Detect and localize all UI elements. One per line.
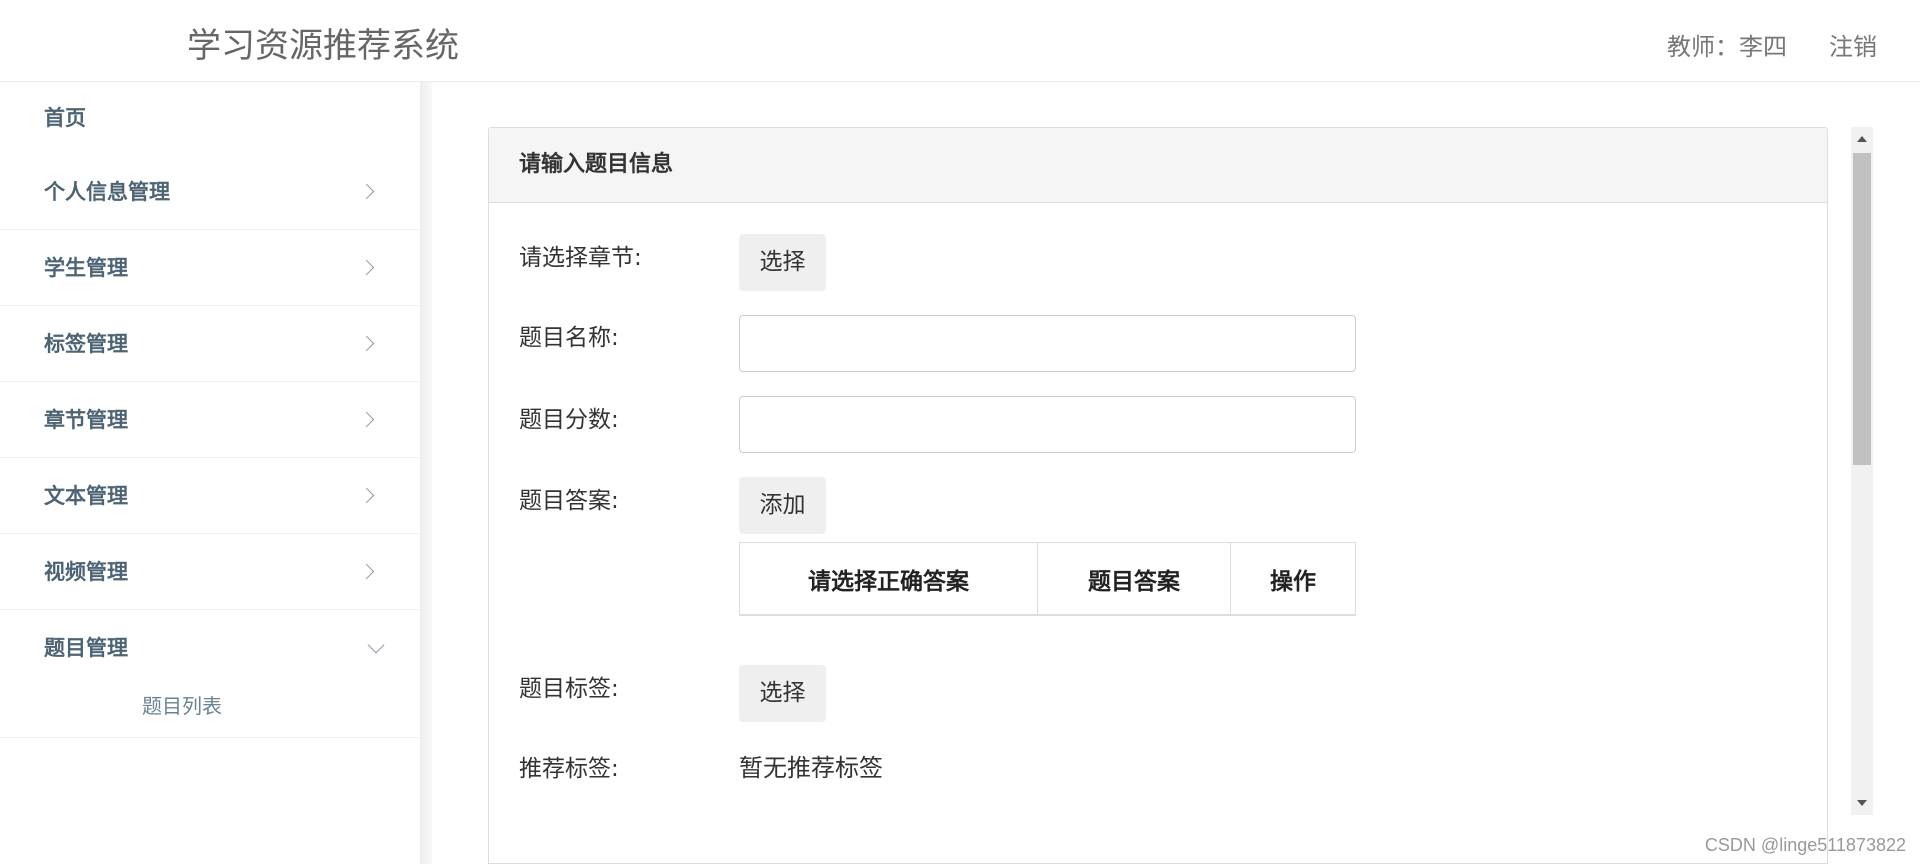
chapter-label: 请选择章节: (519, 245, 642, 271)
select-tags-button[interactable]: 选择 (739, 665, 826, 722)
sidebar-item-label: 章节管理 (44, 408, 128, 432)
add-answer-button[interactable]: 添加 (739, 477, 826, 534)
chevron-right-icon (358, 563, 375, 580)
top-header: 学习资源推荐系统 教师：李四 注销 (0, 0, 1920, 82)
sidebar-item-label: 个人信息管理 (44, 180, 170, 204)
current-user-label: 教师：李四 (1667, 33, 1787, 61)
answer-table-header: 请选择正确答案 题目答案 操作 (739, 542, 1356, 616)
chevron-down-icon (367, 636, 385, 654)
sidebar-item-videos[interactable]: 视频管理 (0, 534, 420, 610)
app-title: 学习资源推荐系统 (187, 26, 459, 66)
table-header-answer: 题目答案 (1038, 543, 1231, 614)
watermark: CSDN @linge511873822 (1704, 835, 1906, 855)
sidebar-item-tags[interactable]: 标签管理 (0, 306, 420, 382)
scroll-up-arrow-icon[interactable] (1857, 136, 1867, 142)
table-header-actions: 操作 (1270, 568, 1316, 595)
question-score-label: 题目分数: (519, 407, 619, 433)
sidebar-item-label: 视频管理 (44, 560, 128, 584)
chevron-right-icon (358, 335, 375, 352)
sidebar-item-home[interactable]: 首页 (0, 82, 420, 154)
select-chapter-button[interactable]: 选择 (739, 234, 826, 291)
sidebar-item-label: 题目管理 (44, 636, 128, 660)
chevron-right-icon (358, 183, 375, 200)
chevron-right-icon (358, 487, 375, 504)
logout-link[interactable]: 注销 (1829, 27, 1877, 62)
sidebar-item-questions[interactable]: 题目管理 (0, 610, 420, 686)
sidebar-item-students[interactable]: 学生管理 (0, 230, 420, 306)
table-header-correct-answer: 请选择正确答案 (740, 543, 1038, 614)
vertical-scrollbar[interactable] (1851, 127, 1873, 815)
sidebar: 首页 个人信息管理 学生管理 标签管理 章节管理 文本管理 视频管理 题目管理 … (0, 82, 420, 864)
question-name-label: 题目名称: (519, 325, 619, 351)
sidebar-item-texts[interactable]: 文本管理 (0, 458, 420, 534)
scroll-down-arrow-icon[interactable] (1857, 800, 1867, 806)
panel-title: 请输入题目信息 (489, 128, 1827, 203)
sidebar-item-label: 标签管理 (44, 332, 128, 356)
question-score-input[interactable] (739, 396, 1356, 453)
question-name-input[interactable] (739, 315, 1356, 372)
sidebar-item-label: 文本管理 (44, 484, 128, 508)
sidebar-subitem-question-list[interactable]: 题目列表 (0, 686, 420, 738)
sidebar-item-personal-info[interactable]: 个人信息管理 (0, 154, 420, 230)
recommend-tags-value: 暂无推荐标签 (739, 754, 883, 782)
sidebar-item-chapters[interactable]: 章节管理 (0, 382, 420, 458)
header-user-area: 教师：李四 注销 (1667, 27, 1877, 62)
sidebar-divider (420, 82, 432, 864)
sidebar-item-label: 学生管理 (44, 256, 128, 280)
question-tags-label: 题目标签: (519, 676, 619, 702)
recommend-tags-label: 推荐标签: (519, 756, 619, 782)
question-answer-label: 题目答案: (519, 488, 619, 514)
question-form-panel: 请输入题目信息 请选择章节: 选择 题目名称: 题目分数: 题目答案: 添加 请… (488, 127, 1828, 864)
chevron-right-icon (358, 259, 375, 276)
chevron-right-icon (358, 411, 375, 428)
scrollbar-thumb[interactable] (1853, 153, 1871, 465)
